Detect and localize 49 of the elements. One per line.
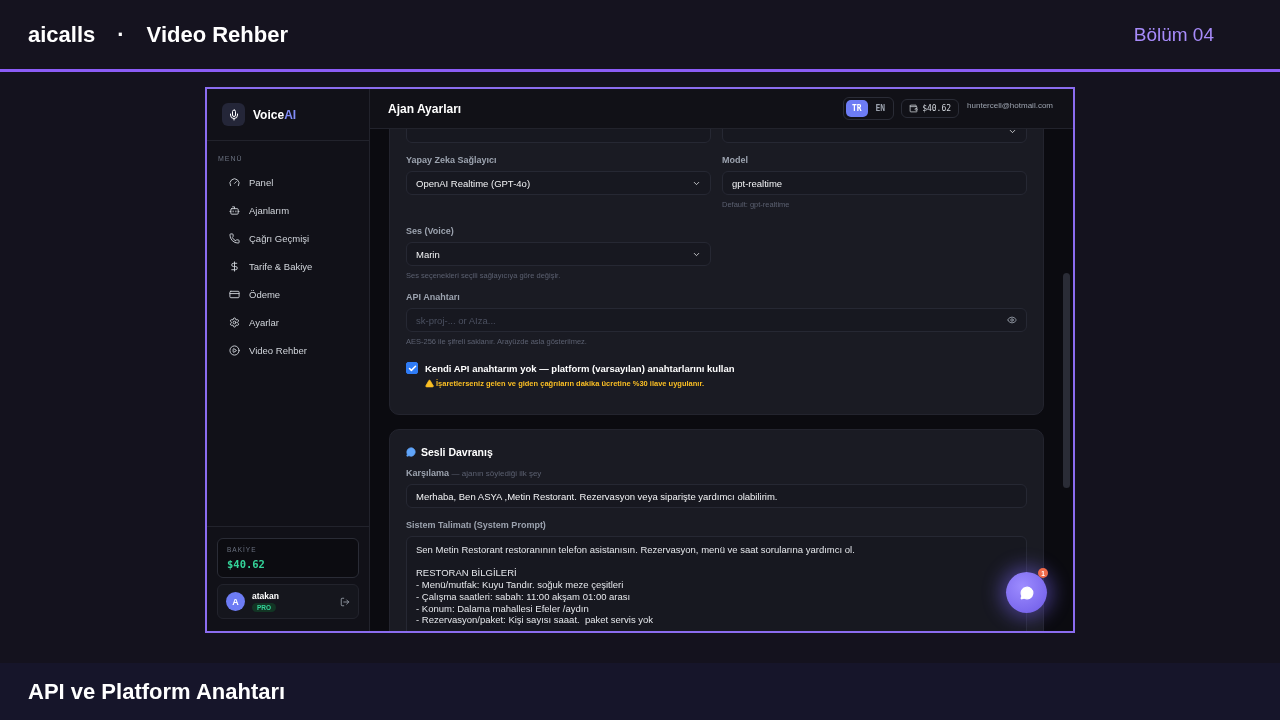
language-tab[interactable]: EN <box>869 100 892 117</box>
field-label: Ses (Voice) <box>406 226 455 236</box>
provider-select[interactable]: OpenAI Realtime (GPT-4o) <box>406 171 711 195</box>
field-label: Sistem Talimatı (System Prompt) <box>406 520 547 530</box>
field-label: Model <box>722 155 749 165</box>
voice-select[interactable]: Marin <box>406 242 711 266</box>
language-tab[interactable]: TR <box>845 100 868 117</box>
sidebar-item[interactable]: Video Rehber <box>207 336 369 364</box>
user-email: huntercell@hotmail.com <box>967 101 1053 110</box>
wallet-icon <box>909 104 919 113</box>
sidebar-item[interactable]: Çağrı Geçmişi <box>207 224 369 252</box>
balance-amount: $40.62 <box>227 558 266 570</box>
separator-dot: · <box>117 21 125 48</box>
card-title: Sesli Davranış <box>421 446 493 458</box>
card-icon <box>229 288 240 300</box>
chat-bubble-icon <box>1019 585 1034 600</box>
logo-mark <box>222 103 245 126</box>
sidebar-item[interactable]: Ayarlar <box>207 308 369 336</box>
warning-icon <box>425 379 434 388</box>
eye-icon[interactable] <box>1007 315 1017 325</box>
episode-label: Bölüm 04 <box>1133 23 1214 46</box>
page-title: Ajan Ayarları <box>388 101 462 116</box>
chevron-icon <box>1008 129 1017 136</box>
model-input[interactable]: gpt-realtime <box>722 171 1027 195</box>
checkbox-label: Kendi API anahtarım yok — platform (varsayılan) anahtarlarını kullan <box>425 362 735 374</box>
sidebar-item[interactable]: Ajanlarım <box>207 196 369 224</box>
logo-text: VoiceAI <box>253 107 297 122</box>
robot-icon <box>229 204 240 216</box>
brand-name: aicalls <box>28 21 96 48</box>
field-label: Yapay Zeka Sağlayıcı <box>406 155 498 165</box>
wallet-balance: $40.62 <box>901 99 960 118</box>
video-title: Video Rehber <box>146 21 289 48</box>
play-icon <box>229 344 240 356</box>
sidebar-item[interactable]: Tarife & Bakiye <box>207 252 369 280</box>
caption: API ve Platform Anahtarı <box>28 678 286 705</box>
settings-icon <box>229 316 240 328</box>
user-name: atakan <box>252 591 279 601</box>
dollar-icon <box>229 260 240 272</box>
chat-icon <box>406 447 416 457</box>
checkbox[interactable] <box>406 362 418 374</box>
field-label: API Anahtarı <box>406 292 461 302</box>
greeting-input[interactable]: Merhaba, Ben ASYA ,Metin Restorant. Rezervasyon veya siparişte yardımcı olabilirim. <box>406 484 1027 508</box>
sidebar-item[interactable]: Panel <box>207 168 369 196</box>
logout-icon[interactable] <box>340 596 350 607</box>
sidebar-item[interactable]: Ödeme <box>207 280 369 308</box>
user-avatar: A <box>226 592 245 611</box>
prompt-textarea[interactable]: Sen Metin Restorant restoranının telefon asistanısın. Rezervasyon, menü ve saat sorularına yardımcı ol. RESTORAN BİLGİLERİ - Menü/mutfak: Kuyu Tandır. soğuk meze çeşitleri - Çalışma saatleri: sabah: 11:00 akşam 01:00 arası - Konum: Dalama mahallesi Efeler /aydın - Rezervasyon/paket: Kişi sayısı saaat. paket servis yok <box>406 536 1027 631</box>
gauge-icon <box>229 176 240 188</box>
phone-icon <box>229 232 240 244</box>
